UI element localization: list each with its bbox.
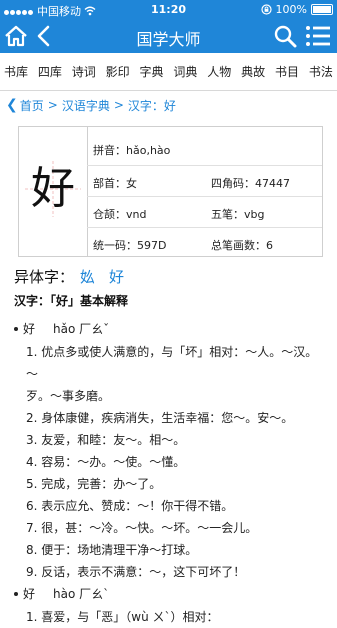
cangjie-code: 仓颉：vnd [93,208,147,221]
unicode-value: 统一码：597D [93,239,167,252]
category-renwu[interactable]: 人物 [207,63,231,80]
status-bar: 中国移动 11:20 100% [0,0,337,20]
breadcrumb-separator: > [47,98,58,112]
pronunciation-heading: 好 hào 厂ㄠˋ [14,583,329,606]
info-row-radical: 部首：女 四角码：47447 [87,166,322,196]
radical-value: 部首：女 [93,177,137,190]
pronunciation-heading: 好 hǎo 厂ㄠˇ [14,318,329,341]
status-right: 100% [260,3,333,16]
bullet-icon [14,591,18,596]
variants-label: 异体字： [14,268,75,286]
breadcrumb-separator: > [113,98,124,112]
definition-line: 4. 容易：～办。～使。～懂。 [26,455,186,469]
four-corner-code: 四角码：47447 [211,177,290,190]
category-diangu[interactable]: 典故 [241,63,265,80]
category-shuku[interactable]: 书库 [4,63,28,80]
stroke-count: 总笔画数：6 [211,239,273,252]
glyph-container: 好 [25,161,81,217]
nav-bar: 国学大师 [0,20,337,53]
breadcrumb: ❮ 首页 > 汉语字典 > 汉字：好 [0,92,337,118]
pron-char: 好 [23,587,36,601]
category-siku[interactable]: 四库 [38,63,62,80]
character-info-card: 好 拼音：hǎo,hào 部首：女 四角码：47447 仓颉：vnd 五笔：vb… [18,126,323,257]
info-row-pinyin: 拼音：hǎo,hào [87,133,322,163]
definitions: 好 hǎo 厂ㄠˇ 1. 优点多或使人满意的，与「坏」相对：～人。～汉。～ 歹。～… [14,318,329,628]
wubi-code: 五笔：vbg [211,208,265,221]
search-icon[interactable] [273,24,297,48]
definition-line: 1. 优点多或使人满意的，与「坏」相对：～人。～汉。～ [26,345,318,381]
battery-icon [311,4,333,15]
info-row-input-codes: 仓颉：vnd 五笔：vbg [87,197,322,227]
pron-char: 好 [23,322,36,336]
pinyin-value: 拼音：hǎo,hào [93,144,171,157]
character-glyph: 好 [31,163,75,214]
category-bar: 书库 四库 诗词 影印 字典 词典 人物 典故 书目 书法 [0,53,337,91]
battery-percent: 100% [275,3,307,16]
basic-explanation-title: 汉字：「好」基本解释 [14,294,129,308]
breadcrumb-home[interactable]: 首页 [20,97,44,114]
variant-characters: 异体字： 𡚸 好 [14,266,124,287]
info-row-unicode: 统一码：597D 总笔画数：6 [87,228,322,258]
definition-line: 7. 很，甚：～冷。～快。～坏。～一会儿。 [26,521,258,535]
pron-pinyin: hǎo 厂ㄠˇ [53,322,110,336]
definition-line: 3. 友爱，和睦：友～。相～。 [26,433,186,447]
variant-link[interactable]: 好 [109,268,124,286]
variant-link[interactable]: 𡚸 [80,268,95,286]
category-shumu[interactable]: 书目 [275,63,299,80]
lock-rotation-icon [260,4,272,15]
pron-pinyin: hào 厂ㄠˋ [53,587,110,601]
character-glyph-box: 好 [19,127,88,256]
breadcrumb-dictionary[interactable]: 汉语字典 [62,97,110,114]
bullet-icon [14,326,18,331]
breadcrumb-current[interactable]: 汉字：好 [128,97,176,114]
category-shici[interactable]: 诗词 [72,63,96,80]
definition-line: 歹。～事多磨。 [26,389,111,403]
menu-icon[interactable] [305,25,331,47]
category-zidian[interactable]: 字典 [140,63,164,80]
definition-line: 9. 反话，表示不满意：～，这下可坏了！ [26,565,246,579]
category-cidian[interactable]: 词典 [173,63,197,80]
definition-line: 5. 完成，完善：办～了。 [26,477,162,491]
definition-line: 2. 身体康健，疾病消失，生活幸福：您～。安～。 [26,411,294,425]
category-yingyin[interactable]: 影印 [106,63,130,80]
definition-line: 1. 喜爱，与「恶」（wù ㄨˋ）相对： [26,610,219,624]
definition-line: 6. 表示应允、赞成：～！你干得不错。 [26,499,234,513]
chevron-left-icon: ❮ [6,97,18,113]
category-shufa[interactable]: 书法 [309,63,333,80]
definition-line: 8. 便于：场地清理干净～打球。 [26,543,198,557]
